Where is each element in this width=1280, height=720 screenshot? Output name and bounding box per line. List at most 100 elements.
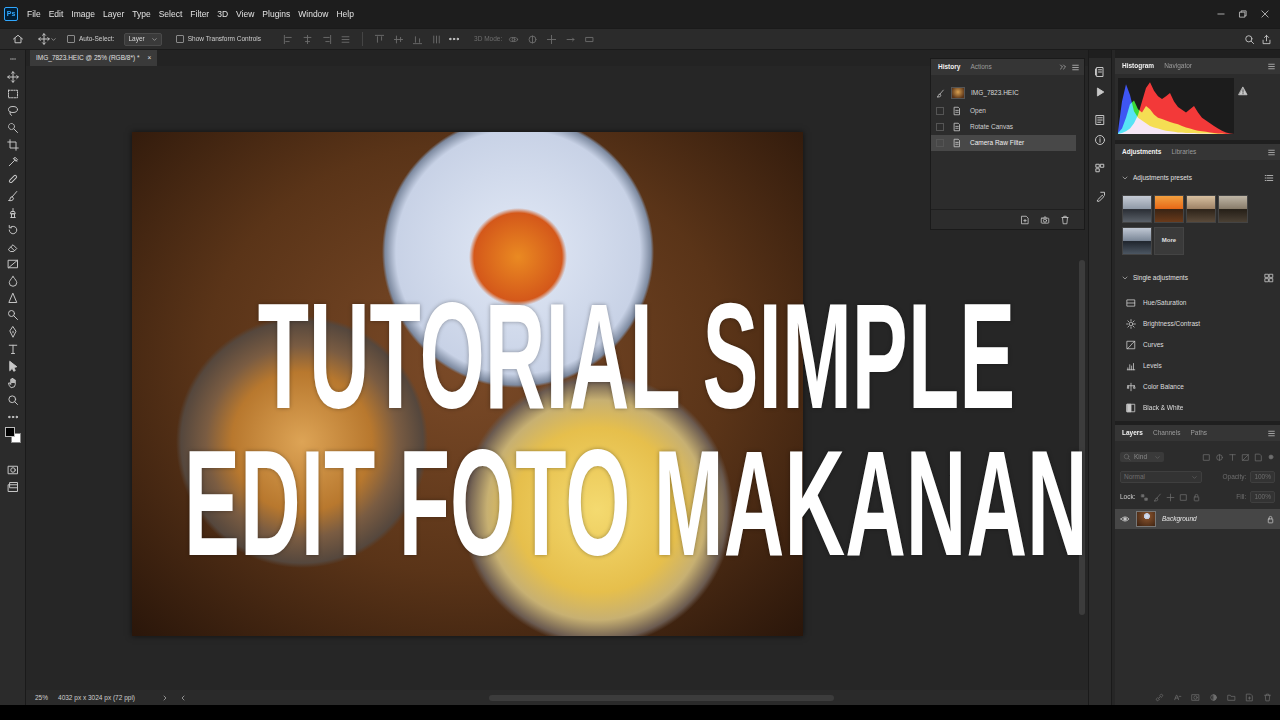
panel-tab[interactable]: Navigator	[1161, 62, 1195, 70]
preset-thumbnail[interactable]	[1154, 195, 1184, 223]
grid-view-icon[interactable]	[1264, 273, 1274, 283]
tab-label[interactable]: History	[938, 63, 960, 70]
move-tool-icon[interactable]	[38, 33, 50, 45]
panel-tab[interactable]: Channels	[1150, 429, 1183, 437]
document-tab[interactable]: IMG_7823.HEIC @ 25% (RGB/8*) *×	[30, 50, 157, 66]
adjustment-label[interactable]: Hue/Saturation	[1143, 299, 1186, 307]
dropdown-caret-icon[interactable]	[1191, 474, 1198, 481]
horizontal-scrollbar[interactable]	[201, 694, 1078, 702]
home-icon[interactable]	[12, 33, 24, 45]
actions-play-icon[interactable]	[1094, 86, 1106, 98]
adjustment-label[interactable]: Levels	[1143, 362, 1162, 370]
layer-mask-icon[interactable]	[1191, 693, 1200, 702]
smart-object-filter-icon[interactable]	[1254, 453, 1263, 462]
tab-label[interactable]: Histogram	[1122, 62, 1154, 69]
lock-position-icon[interactable]	[1166, 493, 1175, 502]
status-expand-icon[interactable]	[161, 694, 169, 702]
drag-3d-icon[interactable]	[546, 34, 557, 45]
show-transform-checkbox[interactable]	[176, 35, 184, 43]
align-middle-icon[interactable]	[393, 34, 404, 45]
panel-tab[interactable]: Histogram	[1119, 62, 1157, 70]
history-step-label[interactable]: Rotate Canvas	[970, 123, 1013, 131]
menu-item[interactable]: 3D	[213, 9, 232, 19]
tool-slot[interactable]	[0, 102, 25, 119]
tab-label[interactable]: Navigator	[1164, 62, 1192, 69]
levels-icon[interactable]	[1126, 361, 1136, 371]
history-brush-tool-icon[interactable]	[7, 224, 19, 236]
lock-artboard-icon[interactable]	[1179, 493, 1188, 502]
type-filter-icon[interactable]	[1228, 453, 1237, 462]
layer-name[interactable]: Background	[1162, 515, 1260, 523]
search-icon[interactable]	[1244, 34, 1255, 45]
quick-mask-icon[interactable]	[7, 464, 19, 476]
curves-icon[interactable]	[1126, 340, 1136, 350]
collapse-panel-icon[interactable]	[1059, 63, 1067, 71]
presets-section-header[interactable]: Adjustments presets	[1115, 171, 1280, 185]
tool-slot[interactable]	[0, 374, 25, 391]
auto-select-option[interactable]: Auto-Select:	[67, 35, 114, 43]
glyphs-panel-icon[interactable]	[1094, 162, 1106, 174]
tool-slot[interactable]	[0, 238, 25, 255]
align-center-icon[interactable]	[302, 34, 313, 45]
kind-label[interactable]: Kind	[1134, 453, 1151, 461]
gradient-tool-icon[interactable]	[7, 258, 19, 270]
menu-item[interactable]: Edit	[45, 9, 68, 19]
align-top-icon[interactable]	[374, 34, 385, 45]
eye-icon[interactable]	[1120, 514, 1130, 524]
info-panel-icon[interactable]	[1094, 134, 1106, 146]
path-select-tool-icon[interactable]	[7, 360, 19, 372]
panel-tab[interactable]: Adjustments	[1119, 148, 1164, 156]
dropdown-value[interactable]: Layer	[128, 35, 144, 43]
preset-thumbnail[interactable]	[1122, 195, 1152, 223]
tool-slot[interactable]	[0, 306, 25, 323]
lock-icon[interactable]	[1266, 515, 1275, 524]
tool-slot[interactable]	[0, 204, 25, 221]
tab-label[interactable]: Paths	[1190, 429, 1207, 436]
dodge-tool-icon[interactable]	[7, 309, 19, 321]
healing-brush-tool-icon[interactable]	[7, 173, 19, 185]
panel-tab[interactable]: Actions	[967, 63, 994, 71]
brightness-contrast-icon[interactable]	[1126, 319, 1136, 329]
menu-item[interactable]: Window	[294, 9, 332, 19]
minimize-icon[interactable]	[1216, 9, 1226, 19]
roll-3d-icon[interactable]	[527, 34, 538, 45]
menu-item[interactable]: File	[23, 9, 45, 19]
preset-thumbnail[interactable]	[1218, 195, 1248, 223]
brush-tool-icon[interactable]	[7, 190, 19, 202]
document-title[interactable]: IMG_7823.HEIC @ 25% (RGB/8*) *	[36, 54, 139, 62]
expand-chevron-icon[interactable]	[1121, 174, 1129, 182]
tool-slot[interactable]	[0, 272, 25, 289]
menu-item[interactable]: View	[232, 9, 258, 19]
type-tool-icon[interactable]	[7, 343, 19, 355]
history-source-box[interactable]	[936, 139, 944, 147]
adjustment-item[interactable]: Black & White	[1115, 397, 1280, 418]
adjustment-item[interactable]: Color Balance	[1115, 376, 1280, 397]
snapshot-name[interactable]: IMG_7823.HEIC	[971, 89, 1019, 97]
distribute-vertical-icon[interactable]	[431, 34, 442, 45]
brush-settings-icon[interactable]	[1094, 190, 1106, 202]
crop-tool-icon[interactable]	[7, 139, 19, 151]
expand-chevron-icon[interactable]	[1121, 274, 1129, 282]
snapshot-camera-icon[interactable]	[1040, 215, 1050, 225]
tab-label[interactable]: Channels	[1153, 429, 1180, 436]
history-step-label[interactable]: Camera Raw Filter	[970, 139, 1024, 147]
list-view-icon[interactable]	[1264, 173, 1274, 183]
auto-select-label[interactable]: Auto-Select:	[79, 35, 114, 43]
tool-slot[interactable]	[0, 187, 25, 204]
tool-slot[interactable]	[0, 461, 25, 478]
align-left-icon[interactable]	[283, 34, 294, 45]
close-window-icon[interactable]	[1260, 9, 1270, 19]
foreground-color-swatch[interactable]	[5, 427, 15, 437]
search-icon[interactable]	[1123, 453, 1131, 461]
menu-item[interactable]: Filter	[186, 9, 213, 19]
adjustment-label[interactable]: Curves	[1143, 341, 1164, 349]
align-right-icon[interactable]	[321, 34, 332, 45]
panel-menu-icon[interactable]	[1267, 148, 1276, 157]
lasso-tool-icon[interactable]	[7, 105, 19, 117]
tab-label[interactable]: Layers	[1122, 429, 1143, 436]
single-section-header[interactable]: Single adjustments	[1115, 271, 1280, 285]
history-step-label[interactable]: Open	[970, 107, 986, 115]
menu-item[interactable]: Help	[332, 9, 357, 19]
delete-layer-icon[interactable]	[1263, 693, 1272, 702]
food-photo[interactable]	[132, 132, 803, 636]
